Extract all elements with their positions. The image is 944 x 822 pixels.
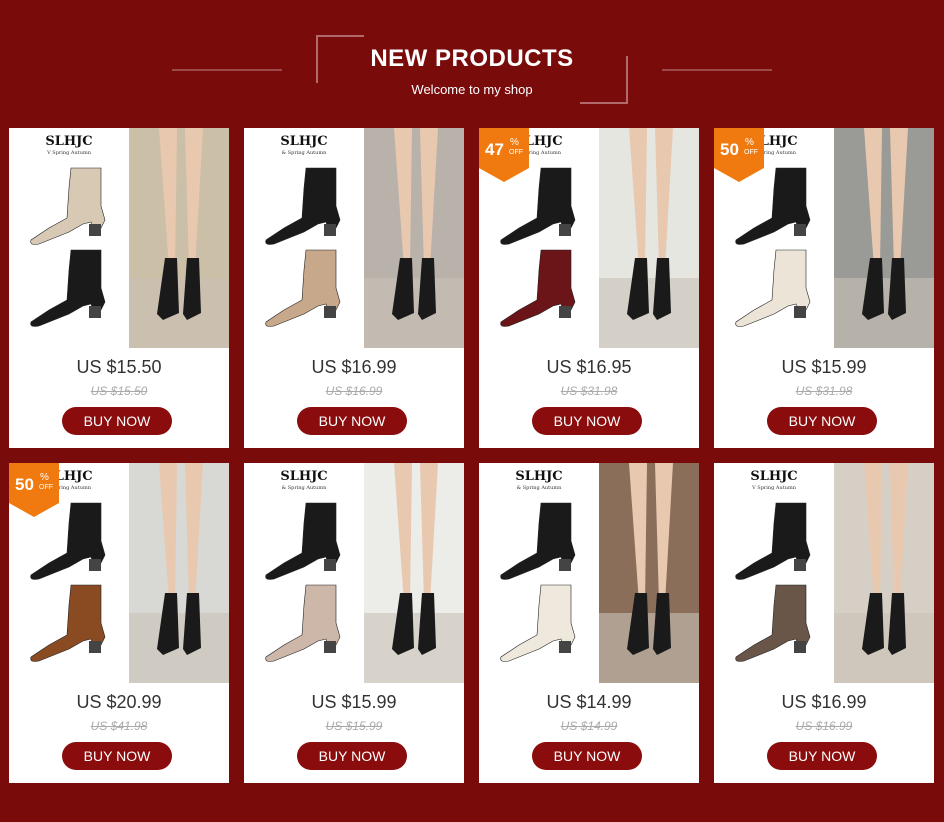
product-card[interactable]: SLHJC & Spring Autumn bbox=[244, 463, 464, 783]
model-photo-graphic bbox=[599, 463, 699, 683]
model-photo bbox=[599, 463, 699, 683]
discount-badge: 50 % OFF bbox=[714, 128, 764, 182]
badge-percent-sign: % bbox=[40, 472, 49, 483]
boots-graphic bbox=[265, 167, 341, 327]
product-card[interactable]: SLHJC & Spring Autumn bbox=[244, 128, 464, 448]
product-price: US $14.99 bbox=[546, 692, 632, 712]
boot-bottom-icon bbox=[30, 249, 106, 327]
product-image[interactable]: SLHJC V Spring Autumn bbox=[9, 128, 229, 348]
product-image[interactable]: SLHJC & Spring Autumn bbox=[479, 463, 699, 683]
product-boots-illustration: SLHJC V Spring Autumn bbox=[9, 128, 129, 348]
product-price: US $16.95 bbox=[546, 357, 632, 377]
product-image[interactable]: SLHJC V Spring Autumn bbox=[9, 463, 229, 683]
product-price: US $15.99 bbox=[781, 357, 867, 377]
boot-bottom-icon bbox=[265, 584, 341, 662]
boot-bottom-icon bbox=[30, 584, 106, 662]
product-original-price: US $41.98 bbox=[90, 719, 148, 733]
boot-bottom-icon bbox=[735, 584, 811, 662]
boots-graphic bbox=[735, 502, 811, 662]
product-price: US $16.99 bbox=[311, 357, 397, 377]
product-image[interactable]: SLHJC & Spring Autumn bbox=[244, 128, 464, 348]
model-photo-graphic bbox=[834, 128, 934, 348]
discount-badge: 47 % OFF bbox=[479, 128, 529, 182]
badge-off-label: OFF bbox=[39, 484, 53, 491]
product-card[interactable]: SLHJC & Spring Autumn bbox=[479, 463, 699, 783]
product-boots-illustration: SLHJC V Spring Autumn bbox=[714, 463, 834, 683]
boot-top-icon bbox=[265, 167, 341, 245]
buy-now-button[interactable]: BUY NOW bbox=[62, 742, 172, 770]
buy-now-button[interactable]: BUY NOW bbox=[297, 742, 407, 770]
badge-percent-sign: % bbox=[510, 137, 519, 148]
product-card[interactable]: SLHJC V Spring Autumn bbox=[9, 128, 229, 448]
buy-now-button[interactable]: BUY NOW bbox=[532, 407, 642, 435]
badge-percent-value: 47 bbox=[485, 140, 504, 159]
boot-top-icon bbox=[30, 167, 106, 245]
product-original-price: US $14.99 bbox=[560, 719, 618, 733]
model-photo-graphic bbox=[129, 128, 229, 348]
product-original-price: US $31.98 bbox=[795, 384, 853, 398]
boots-graphic bbox=[500, 502, 576, 662]
product-price: US $16.99 bbox=[781, 692, 867, 712]
product-image[interactable]: SLHJC V Spring Autumn bbox=[714, 128, 934, 348]
model-photo bbox=[834, 463, 934, 683]
product-price: US $20.99 bbox=[76, 692, 162, 712]
model-photo bbox=[364, 463, 464, 683]
buy-now-button[interactable]: BUY NOW bbox=[62, 407, 172, 435]
badge-off-label: OFF bbox=[744, 149, 758, 156]
boot-bottom-icon bbox=[500, 249, 576, 327]
boot-bottom-icon bbox=[265, 249, 341, 327]
boots-graphic bbox=[30, 167, 106, 327]
product-original-price: US $16.99 bbox=[325, 384, 383, 398]
product-price: US $15.99 bbox=[311, 692, 397, 712]
product-image[interactable]: SLHJC & Spring Autumn bbox=[244, 463, 464, 683]
product-original-price: US $15.50 bbox=[90, 384, 148, 398]
boots-graphic bbox=[265, 502, 341, 662]
product-boots-illustration: SLHJC & Spring Autumn bbox=[244, 463, 364, 683]
boot-bottom-icon bbox=[500, 584, 576, 662]
boot-top-icon bbox=[735, 502, 811, 580]
model-photo-graphic bbox=[129, 463, 229, 683]
boot-top-icon bbox=[500, 502, 576, 580]
model-photo-graphic bbox=[364, 463, 464, 683]
badge-off-label: OFF bbox=[509, 149, 523, 156]
buy-now-button[interactable]: BUY NOW bbox=[767, 407, 877, 435]
header: NEW PRODUCTS Welcome to my shop bbox=[0, 0, 944, 128]
product-card[interactable]: SLHJC V Spring Autumn bbox=[9, 463, 229, 783]
product-card[interactable]: SLHJC V Spring Autumn bbox=[714, 463, 934, 783]
product-original-price: US $31.98 bbox=[560, 384, 618, 398]
page-subtitle: Welcome to my shop bbox=[411, 82, 533, 97]
discount-badge: 50 % OFF bbox=[9, 463, 59, 517]
buy-now-button[interactable]: BUY NOW bbox=[297, 407, 407, 435]
product-card[interactable]: SLHJC V Spring Autumn bbox=[714, 128, 934, 448]
product-image[interactable]: SLHJC V Spring Autumn bbox=[479, 128, 699, 348]
product-image[interactable]: SLHJC V Spring Autumn bbox=[714, 463, 934, 683]
product-boots-illustration: SLHJC & Spring Autumn bbox=[244, 128, 364, 348]
buy-now-button[interactable]: BUY NOW bbox=[532, 742, 642, 770]
model-photo bbox=[129, 463, 229, 683]
model-photo bbox=[599, 128, 699, 348]
model-photo bbox=[834, 128, 934, 348]
model-photo-graphic bbox=[364, 128, 464, 348]
product-boots-illustration: SLHJC & Spring Autumn bbox=[479, 463, 599, 683]
buy-now-button[interactable]: BUY NOW bbox=[767, 742, 877, 770]
product-original-price: US $15.99 bbox=[325, 719, 383, 733]
boot-bottom-icon bbox=[735, 249, 811, 327]
model-photo-graphic bbox=[834, 463, 934, 683]
product-price: US $15.50 bbox=[76, 357, 162, 377]
product-original-price: US $16.99 bbox=[795, 719, 853, 733]
model-photo bbox=[129, 128, 229, 348]
boot-top-icon bbox=[265, 502, 341, 580]
page-title: NEW PRODUCTS bbox=[370, 45, 574, 72]
badge-percent-sign: % bbox=[745, 137, 754, 148]
model-photo bbox=[364, 128, 464, 348]
product-card[interactable]: SLHJC V Spring Autumn bbox=[479, 128, 699, 448]
model-photo-graphic bbox=[599, 128, 699, 348]
badge-percent-value: 50 bbox=[15, 475, 34, 494]
badge-percent-value: 50 bbox=[720, 140, 739, 159]
